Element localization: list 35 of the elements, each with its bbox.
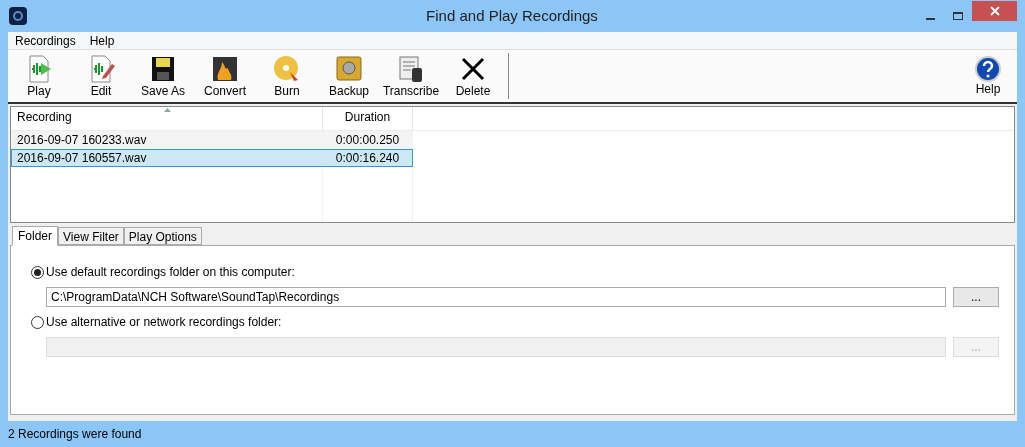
table-cell-text: 0:00:16.240 bbox=[334, 150, 401, 167]
menu-item[interactable]: Recordings bbox=[8, 31, 83, 50]
toolbar-button[interactable]: Play bbox=[8, 50, 70, 102]
status-text: 2 Recordings were found bbox=[8, 426, 142, 443]
radio-option[interactable]: Use default recordings folder on this computer: bbox=[31, 264, 999, 280]
tab[interactable]: Folder bbox=[12, 226, 58, 246]
close-icon bbox=[989, 6, 1000, 16]
help-button[interactable]: Help bbox=[963, 50, 1013, 102]
toolbar-button[interactable]: Save As bbox=[132, 50, 194, 102]
tab[interactable]: View Filter bbox=[58, 227, 124, 245]
table-row[interactable]: 2016-09-07 160233.wav 0:00:00.250 bbox=[11, 131, 413, 149]
folder-field[interactable]: C:\ProgramData\NCH Software\SoundTap\Recordings bbox=[46, 287, 946, 307]
table-row[interactable]: 2016-09-07 160557.wav 0:00:16.240 bbox=[11, 149, 413, 167]
help-icon bbox=[975, 56, 1001, 82]
toolbar-button[interactable]: Burn bbox=[256, 50, 318, 102]
table-cell-text: 2016-09-07 160557.wav bbox=[16, 150, 148, 167]
safe-icon bbox=[334, 54, 364, 84]
toolbar-button[interactable]: Delete bbox=[442, 50, 504, 102]
table-cell-text: 2016-09-07 160233.wav bbox=[16, 132, 148, 149]
toolbar-button[interactable]: Edit bbox=[70, 50, 132, 102]
column-header[interactable]: Duration bbox=[323, 107, 413, 130]
table-cell-text: 0:00:00.250 bbox=[334, 132, 401, 149]
toolbar-button[interactable]: Convert bbox=[194, 50, 256, 102]
column-header[interactable]: Recording bbox=[11, 107, 323, 130]
toolbar-button[interactable]: Transcribe bbox=[380, 50, 442, 102]
toolbar-button[interactable]: Backup bbox=[318, 50, 380, 102]
window-title: Find and Play Recordings bbox=[425, 5, 599, 26]
close-button[interactable] bbox=[972, 1, 1017, 21]
flame-icon bbox=[210, 54, 240, 84]
app-icon bbox=[9, 7, 27, 25]
menu-item[interactable]: Help bbox=[82, 31, 122, 50]
sort-arrow-icon bbox=[164, 108, 171, 112]
tab[interactable]: Play Options bbox=[123, 227, 202, 245]
browse-button[interactable]: ... bbox=[953, 287, 999, 307]
radio-button[interactable] bbox=[31, 265, 44, 279]
